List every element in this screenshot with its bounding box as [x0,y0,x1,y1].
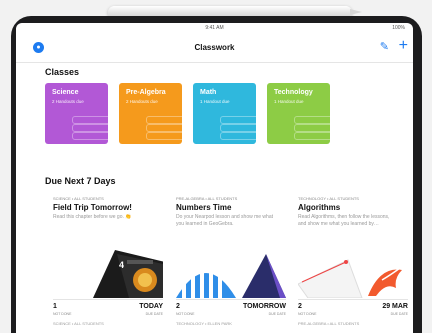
not-done-count: 2 [298,303,302,310]
assignment-title: Field Trip Tomorrow! [53,203,132,212]
swift-thumbnail [298,248,408,298]
book-icon [146,132,182,140]
due-date-label: Due date [390,312,408,316]
class-due-count: 2 Handouts due [52,99,84,104]
assignment-title: Numbers Time [176,203,232,212]
assignment-card-algorithms[interactable]: Technology • All Students Algorithms Rea… [298,196,408,320]
book-icon [220,116,256,124]
not-done-count: 2 [176,303,180,310]
plus-icon[interactable]: + [399,37,408,55]
class-card-math[interactable]: Math 1 Handout due [193,83,256,144]
book-icon [72,116,108,124]
assignment-description: Read Algorithms, then follow the lessons… [298,214,390,227]
assignment-footer: 2 Not done 29 MAR Due date [298,299,408,320]
book-icon [220,132,256,140]
battery-label: 100% [392,25,405,31]
not-done-label: Not done [53,312,72,316]
app-screen: 9:41 AM 100% ● Classwork ✎ + Classes Sci… [16,23,413,333]
assignment-card-field-trip[interactable]: Science • All Students Field Trip Tomorr… [53,196,163,320]
book-icon [220,124,256,132]
not-done-count: 1 [53,303,57,310]
due-date: TODAY [139,303,163,310]
book-cover-thumbnail: 4 [53,248,163,298]
class-due-count: 1 Handout due [200,99,230,104]
assignment-footer: 2 Not done TOMORROW Due date [176,299,286,320]
book-icon [146,124,182,132]
assignment-class-label: Pre-Algebra • All Students [176,196,238,201]
status-bar: 9:41 AM 100% [16,25,413,33]
class-due-count: 2 Handouts due [126,99,158,104]
assignment-card-numbers-time[interactable]: Pre-Algebra • All Students Numbers Time … [176,196,286,320]
geometry-thumbnail [176,248,286,298]
edit-icon[interactable]: ✎ [380,41,389,53]
due-date-label: Due date [268,312,286,316]
book-icon [294,116,330,124]
book-icon [72,132,108,140]
due-heading: Due Next 7 Days [45,176,116,186]
class-card-pre-algebra[interactable]: Pre-Algebra 2 Handouts due [119,83,182,144]
assignment-class-label: Technology • All Students [298,196,359,201]
next-row-label: Science • All Students [53,321,104,326]
class-card-science[interactable]: Science 2 Handouts due [45,83,108,144]
assignment-title: Algorithms [298,203,341,212]
nav-bar: ● Classwork ✎ + [16,34,413,63]
class-card-technology[interactable]: Technology 1 Handout due [267,83,330,144]
not-done-label: Not done [298,312,317,316]
classes-heading: Classes [45,67,80,77]
svg-text:4: 4 [119,260,124,270]
book-icon [72,124,108,132]
class-name: Pre-Algebra [126,89,166,96]
not-done-label: Not done [176,312,195,316]
due-date: 29 MAR [382,303,408,310]
book-icon [294,132,330,140]
book-icon [294,124,330,132]
due-date: TOMORROW [242,303,286,310]
class-due-count: 1 Handout due [274,99,304,104]
assignment-description: Do your Nearpod lesson and show me what … [176,214,273,227]
due-date-label: Due date [145,312,163,316]
book-icon [146,116,182,124]
status-time: 9:41 AM [205,25,224,31]
class-name: Math [200,89,217,96]
assignment-class-label: Science • All Students [53,196,104,201]
assignment-description: Read this chapter before we go. 👏 [53,214,132,220]
class-name: Science [52,89,79,96]
page-title: Classwork [194,43,235,52]
assignment-footer: 1 Not done TODAY Due date [53,299,163,320]
class-name: Technology [274,89,313,96]
next-row-label: Pre-Algebra • All Students [298,321,360,326]
next-row-label: Technology • Ellen Park [176,321,232,326]
